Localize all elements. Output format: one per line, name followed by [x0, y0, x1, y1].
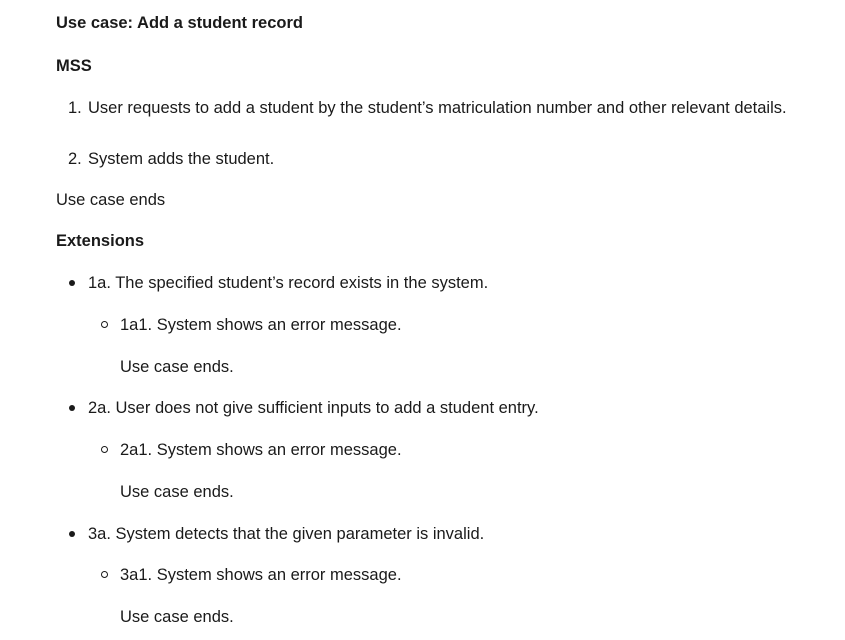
bullet-circle — [101, 571, 108, 578]
sub-extension-end: Use case ends. — [120, 483, 234, 501]
sub-extension-end: Use case ends. — [120, 608, 234, 626]
bullet-disc — [69, 405, 75, 411]
mss-heading: MSS — [56, 57, 92, 75]
bullet-circle — [101, 321, 108, 328]
extension-label: 2a. User does not give sufficient inputs… — [88, 399, 539, 417]
sub-extension-label: 2a1. System shows an error message. — [120, 441, 402, 459]
step-text: System adds the student. — [88, 150, 275, 168]
extension-label: 3a. System detects that the given parame… — [88, 525, 485, 543]
step-number: 1. — [68, 99, 82, 117]
document: Use case: Add a student record MSS 1. Us… — [0, 0, 845, 640]
step-number: 2. — [68, 150, 82, 168]
sub-extension-label: 3a1. System shows an error message. — [120, 566, 402, 584]
bullet-disc — [69, 531, 75, 537]
sub-extension-end: Use case ends. — [120, 358, 234, 376]
sub-extension-label: 1a1. System shows an error message. — [120, 316, 402, 334]
use-case-end: Use case ends — [56, 191, 166, 209]
step-text: User requests to add a student by the st… — [88, 99, 787, 117]
bullet-disc — [69, 280, 75, 286]
use-case-title: Use case: Add a student record — [56, 14, 303, 32]
extensions-heading: Extensions — [56, 232, 145, 250]
extension-label: 1a. The specified student’s record exist… — [88, 274, 489, 292]
bullet-circle — [101, 446, 108, 453]
